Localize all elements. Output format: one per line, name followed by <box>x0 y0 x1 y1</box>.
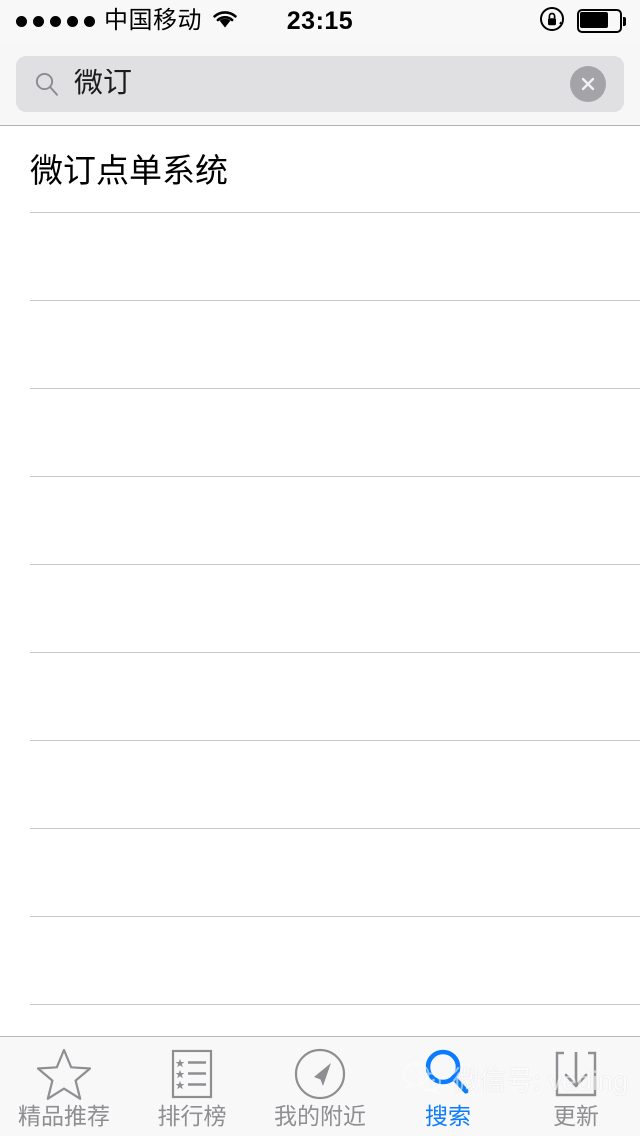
table-row[interactable] <box>0 477 640 565</box>
table-row[interactable] <box>0 213 640 301</box>
table-row[interactable]: 微订点单系统 <box>0 127 640 213</box>
download-icon <box>550 1047 602 1101</box>
table-row[interactable] <box>0 829 640 917</box>
tab-label: 更新 <box>553 1103 599 1129</box>
battery-icon <box>577 9 626 33</box>
tab-label: 搜索 <box>425 1103 471 1129</box>
tab-featured[interactable]: 精品推荐 <box>0 1037 128 1136</box>
status-bar: 中国移动 23:15 <box>0 0 640 42</box>
tab-bar: 精品推荐 排行榜 我的附近 搜索 更新 <box>0 1036 640 1136</box>
tab-ranking[interactable]: 排行榜 <box>128 1037 256 1136</box>
table-row[interactable] <box>0 301 640 389</box>
table-row[interactable] <box>0 565 640 653</box>
result-title: 微订点单系统 <box>30 153 228 187</box>
search-results-list[interactable]: 微订点单系统 <box>0 127 640 1035</box>
compass-icon <box>292 1047 348 1101</box>
tab-nearby[interactable]: 我的附近 <box>256 1037 384 1136</box>
search-header: 微订 <box>0 42 640 126</box>
search-icon <box>34 71 60 97</box>
tab-label: 精品推荐 <box>18 1103 110 1129</box>
table-row[interactable] <box>0 741 640 829</box>
search-icon <box>421 1047 475 1101</box>
star-icon <box>35 1047 93 1101</box>
tab-label: 我的附近 <box>274 1103 366 1129</box>
ranking-list-icon <box>167 1047 217 1101</box>
tab-search[interactable]: 搜索 <box>384 1037 512 1136</box>
search-input[interactable]: 微订 <box>74 69 624 98</box>
tab-updates[interactable]: 更新 <box>512 1037 640 1136</box>
app-screen: 中国移动 23:15 微订 微订点单系统 精品推荐 排行榜 我的附近 搜索 更新… <box>0 0 640 1136</box>
table-row[interactable] <box>0 917 640 1005</box>
rotation-lock-icon <box>538 5 566 38</box>
tab-label: 排行榜 <box>157 1103 227 1129</box>
clear-icon[interactable] <box>570 65 606 102</box>
search-field[interactable]: 微订 <box>16 55 624 112</box>
table-row[interactable] <box>0 389 640 477</box>
table-row[interactable] <box>0 653 640 741</box>
status-bar-right <box>538 0 626 42</box>
